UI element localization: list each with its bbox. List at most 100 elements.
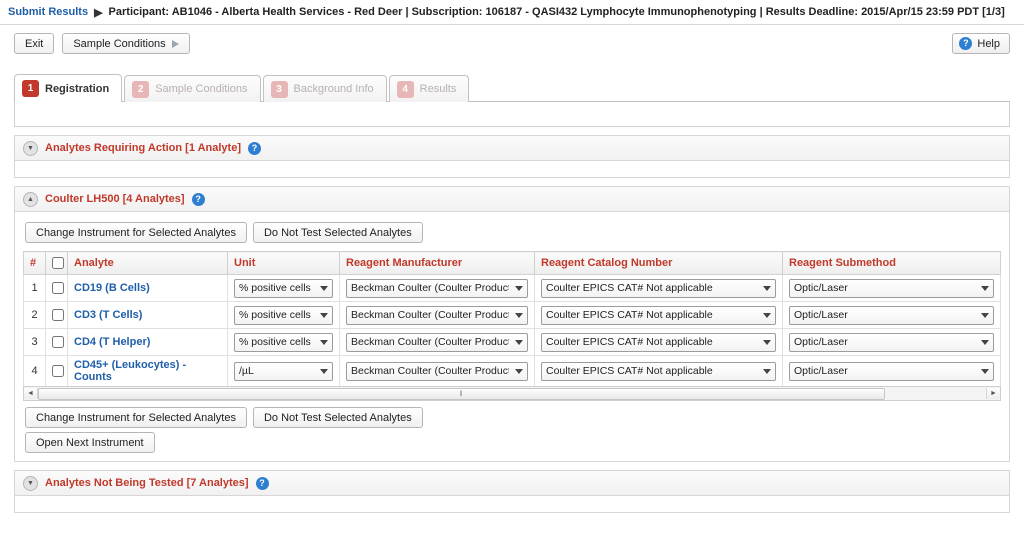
tab-sample-conditions-label: Sample Conditions [155, 83, 248, 95]
top-action-button-row: Change Instrument for Selected Analytes … [25, 222, 1001, 243]
table-row: 2 CD3 (T Cells) % positive cells Beckman… [23, 301, 1001, 330]
row-checkbox[interactable] [52, 336, 64, 349]
section-analytes-not-tested-title: Analytes Not Being Tested [7 Analytes] [45, 477, 249, 490]
submethod-select[interactable]: Optic/Laser [789, 305, 994, 325]
scrollbar-thumb[interactable]: ‖ [38, 388, 885, 401]
header-unit[interactable]: Unit [227, 250, 340, 276]
catalog-select-value: Coulter EPICS CAT# Not applicable [546, 282, 713, 295]
change-instrument-button-top[interactable]: Change Instrument for Selected Analytes [25, 222, 247, 243]
submethod-select[interactable]: Optic/Laser [789, 332, 994, 352]
tab-registration-label: Registration [45, 82, 110, 95]
analyte-link[interactable]: CD4 (T Helper) [74, 336, 150, 348]
unit-select-value: /µL [239, 365, 254, 378]
catalog-select[interactable]: Coulter EPICS CAT# Not applicable [541, 278, 776, 298]
expand-icon[interactable]: ▲ [23, 191, 38, 207]
manufacturer-select[interactable]: Beckman Coulter (Coulter Products [346, 278, 528, 298]
change-instrument-button-top-label: Change Instrument for Selected Analytes [36, 226, 236, 239]
section-analytes-requiring-action-header[interactable]: ▼ Analytes Requiring Action [1 Analyte] … [14, 135, 1010, 161]
table-row: 3 CD4 (T Helper) % positive cells Beckma… [23, 328, 1001, 357]
analyte-link[interactable]: CD19 (B Cells) [74, 282, 150, 294]
unit-select[interactable]: /µL [234, 361, 333, 381]
tab-registration[interactable]: 1 Registration [14, 74, 123, 102]
collapse-icon[interactable]: ▼ [23, 140, 38, 156]
unit-select[interactable]: % positive cells [234, 305, 333, 325]
header-select-all[interactable] [45, 250, 68, 276]
manufacturer-select-value: Beckman Coulter (Coulter Products [351, 309, 509, 322]
unit-select[interactable]: % positive cells [234, 332, 333, 352]
header-reagent-submethod[interactable]: Reagent Submethod [782, 250, 1001, 276]
tab-background-info[interactable]: 3 Background Info [262, 75, 387, 102]
submethod-select-value: Optic/Laser [794, 282, 848, 295]
unit-select[interactable]: % positive cells [234, 278, 333, 298]
scroll-right-icon[interactable]: ► [986, 388, 1000, 400]
open-next-instrument-row: Open Next Instrument [25, 432, 1001, 454]
row-manufacturer-cell: Beckman Coulter (Coulter Products [339, 301, 535, 330]
do-not-test-button-bottom[interactable]: Do Not Test Selected Analytes [252, 407, 423, 429]
manufacturer-select-value: Beckman Coulter (Coulter Products [351, 365, 509, 378]
tab-registration-number: 1 [22, 80, 39, 97]
manufacturer-select[interactable]: Beckman Coulter (Coulter Products [346, 305, 528, 325]
section-analytes-requiring-action-body [14, 161, 1010, 178]
question-mark-icon: ? [959, 37, 973, 50]
exit-button-label: Exit [25, 37, 44, 50]
manufacturer-select-value: Beckman Coulter (Coulter Products [351, 282, 509, 295]
submethod-select[interactable]: Optic/Laser [789, 278, 994, 298]
breadcrumb-submit-results-link[interactable]: Submit Results [8, 6, 88, 18]
exit-button[interactable]: Exit [14, 33, 55, 54]
chevron-down-icon [515, 313, 523, 319]
sample-conditions-button-label: Sample Conditions [73, 37, 166, 50]
open-next-instrument-button[interactable]: Open Next Instrument [25, 432, 155, 454]
row-unit-cell: % positive cells [227, 274, 340, 303]
change-instrument-button-bottom-label: Change Instrument for Selected Analytes [36, 411, 236, 424]
tab-results[interactable]: 4 Results [388, 75, 470, 102]
header-reagent-manufacturer[interactable]: Reagent Manufacturer [339, 250, 535, 276]
manufacturer-select[interactable]: Beckman Coulter (Coulter Products [346, 361, 528, 381]
row-checkbox[interactable] [52, 309, 64, 322]
select-all-checkbox[interactable] [52, 257, 64, 270]
row-select-cell[interactable] [45, 274, 68, 303]
section-analytes-not-tested-header[interactable]: ▼ Analytes Not Being Tested [7 Analytes]… [14, 470, 1010, 497]
chevron-down-icon [763, 340, 771, 346]
do-not-test-button-top[interactable]: Do Not Test Selected Analytes [252, 222, 423, 243]
tab-sample-conditions[interactable]: 2 Sample Conditions [124, 75, 261, 102]
change-instrument-button-bottom[interactable]: Change Instrument for Selected Analytes [25, 407, 247, 429]
row-select-cell[interactable] [45, 301, 68, 330]
tab-bar: 1 Registration 2 Sample Conditions 3 Bac… [14, 73, 1010, 102]
header-number: # [23, 250, 46, 276]
row-checkbox[interactable] [52, 365, 64, 378]
tab-background-info-label: Background Info [293, 83, 374, 95]
chevron-down-icon [763, 369, 771, 375]
catalog-select[interactable]: Coulter EPICS CAT# Not applicable [541, 361, 776, 381]
row-select-cell[interactable] [45, 355, 68, 388]
section-analytes-not-tested-body [14, 496, 1010, 514]
catalog-select[interactable]: Coulter EPICS CAT# Not applicable [541, 332, 776, 352]
chevron-down-icon [515, 286, 523, 292]
section-not-tested-help-icon[interactable]: ? [255, 476, 269, 490]
analyte-link[interactable]: CD3 (T Cells) [74, 309, 142, 321]
row-analyte-cell: CD19 (B Cells) [67, 274, 228, 303]
chevron-down-icon [515, 340, 523, 346]
collapse-icon[interactable]: ▼ [23, 475, 38, 491]
tab-results-number: 4 [396, 80, 414, 98]
content-area: ▼ Analytes Requiring Action [1 Analyte] … [14, 102, 1010, 514]
catalog-select[interactable]: Coulter EPICS CAT# Not applicable [541, 305, 776, 325]
scroll-left-icon[interactable]: ◄ [24, 388, 38, 400]
table-horizontal-scrollbar[interactable]: ◄ ► ‖ [23, 386, 1001, 402]
section-help-icon[interactable]: ? [248, 141, 261, 155]
analyte-link[interactable]: CD45+ (Leukocytes) - Counts [74, 359, 186, 383]
row-select-cell[interactable] [45, 328, 68, 357]
header-analyte[interactable]: Analyte [67, 250, 228, 276]
row-catalog-cell: Coulter EPICS CAT# Not applicable [534, 301, 783, 330]
row-checkbox[interactable] [52, 282, 64, 295]
row-manufacturer-cell: Beckman Coulter (Coulter Products [339, 328, 535, 357]
bottom-action-button-row: Change Instrument for Selected Analytes … [25, 407, 1001, 429]
sample-conditions-button[interactable]: Sample Conditions [62, 33, 190, 54]
header-reagent-catalog-number[interactable]: Reagent Catalog Number [534, 250, 783, 276]
section-coulter-lh500-header[interactable]: ▲ Coulter LH500 [4 Analytes] ? [14, 186, 1010, 212]
row-catalog-cell: Coulter EPICS CAT# Not applicable [534, 274, 783, 303]
manufacturer-select[interactable]: Beckman Coulter (Coulter Products [346, 332, 528, 352]
help-button[interactable]: ? Help [952, 33, 1010, 54]
section-coulter-help-icon[interactable]: ? [191, 192, 205, 206]
submethod-select[interactable]: Optic/Laser [789, 361, 994, 381]
chevron-down-icon [320, 286, 328, 292]
